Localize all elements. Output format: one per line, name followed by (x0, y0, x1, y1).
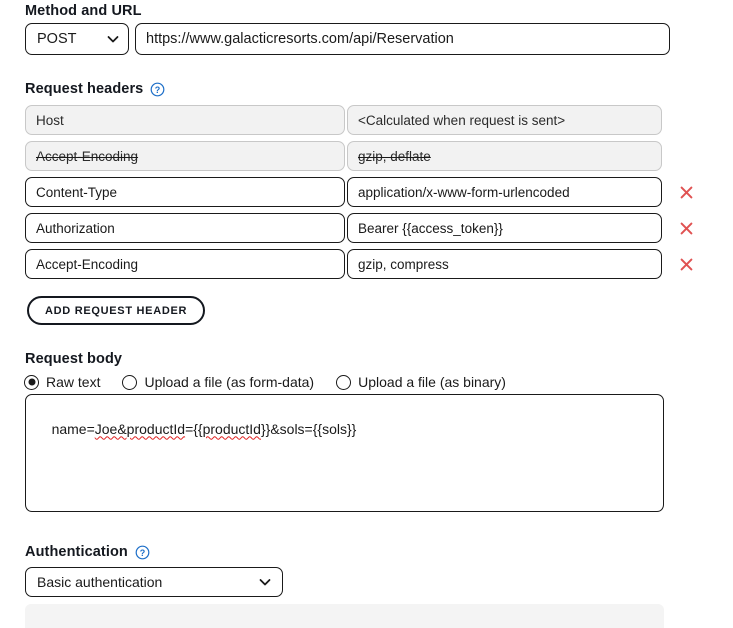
body-type-radio-1[interactable]: Upload a file (as form-data) (122, 374, 314, 390)
header-name-input: Accept-Encoding (25, 141, 345, 171)
request-body-label: Request body (25, 351, 122, 367)
body-text-segment: Joe&productId (94, 420, 186, 437)
radio-circle-icon (24, 374, 39, 390)
body-text-segment: name= (51, 420, 95, 437)
chevron-down-icon (106, 32, 120, 46)
authentication-label-text: Authentication (25, 544, 128, 560)
authentication-select[interactable]: Basic authentication (25, 567, 283, 597)
authentication-value: Basic authentication (37, 574, 163, 590)
body-type-radio-label: Upload a file (as form-data) (144, 374, 315, 390)
http-method-select[interactable]: POST (25, 23, 129, 55)
header-row: Accept-Encoding gzip, compress (25, 249, 696, 279)
help-circle-icon[interactable]: ? (135, 545, 150, 560)
authentication-label: Authentication ? (25, 544, 150, 560)
remove-header-button[interactable] (676, 254, 696, 274)
header-value-input: <Calculated when request is sent> (347, 105, 662, 135)
body-type-radio-0[interactable]: Raw text (24, 374, 100, 390)
request-headers-label: Request headers ? (25, 81, 165, 97)
svg-text:?: ? (140, 547, 146, 557)
body-text-segment: ={{ (185, 420, 203, 437)
method-and-url-label: Method and URL (25, 3, 142, 19)
svg-text:?: ? (155, 84, 161, 94)
header-value-input[interactable]: Bearer {{access_token}} (347, 213, 662, 243)
radio-circle-icon (122, 374, 138, 390)
request-headers-list: Host <Calculated when request is sent> Acc… (25, 105, 696, 285)
header-row: Host <Calculated when request is sent> (25, 105, 696, 135)
http-method-value: POST (37, 31, 77, 47)
body-type-radio-label: Upload a file (as binary) (358, 374, 506, 390)
header-name-input: Host (25, 105, 345, 135)
url-input-value: https://www.galacticresorts.com/api/Rese… (146, 31, 454, 47)
header-name-input[interactable]: Authorization (25, 213, 345, 243)
header-row: Content-Type application/x-www-form-urlen… (25, 177, 696, 207)
request-headers-label-text: Request headers (25, 81, 144, 97)
help-circle-icon[interactable]: ? (150, 82, 165, 97)
header-value-input: gzip, deflate (347, 141, 662, 171)
bottom-panel (25, 604, 664, 628)
request-body-textarea[interactable]: name=Joe&productId={{productId}}&sols={{… (25, 394, 664, 512)
header-row: Accept-Encoding gzip, deflate (25, 141, 696, 171)
chevron-down-icon (258, 575, 272, 589)
remove-header-button[interactable] (676, 218, 696, 238)
body-text-segment: }}&sols={{sols}} (260, 420, 357, 437)
header-row: Authorization Bearer {{access_token}} (25, 213, 696, 243)
remove-header-button[interactable] (676, 182, 696, 202)
radio-circle-icon (336, 374, 352, 390)
resize-grip-icon[interactable] (647, 496, 660, 509)
body-type-radio-2[interactable]: Upload a file (as binary) (336, 374, 506, 390)
header-name-input[interactable]: Accept-Encoding (25, 249, 345, 279)
header-name-input[interactable]: Content-Type (25, 177, 345, 207)
request-body-label-text: Request body (25, 351, 123, 367)
request-body-type-radio-group: Raw text Upload a file (as form-data) Uplo… (24, 374, 528, 390)
add-request-header-button[interactable]: ADD REQUEST HEADER (27, 296, 206, 325)
url-input[interactable]: https://www.galacticresorts.com/api/Rese… (135, 23, 670, 55)
method-url-row: POST https://www.galacticresorts.com/api… (25, 23, 670, 55)
method-and-url-label-text: Method and URL (25, 3, 142, 19)
request-body-text: name=Joe&productId={{productId}}&sols={{… (52, 421, 357, 437)
header-value-input[interactable]: application/x-www-form-urlencoded (347, 177, 662, 207)
header-value-input[interactable]: gzip, compress (347, 249, 662, 279)
body-type-radio-label: Raw text (46, 374, 101, 390)
body-text-segment: productId (202, 420, 261, 437)
